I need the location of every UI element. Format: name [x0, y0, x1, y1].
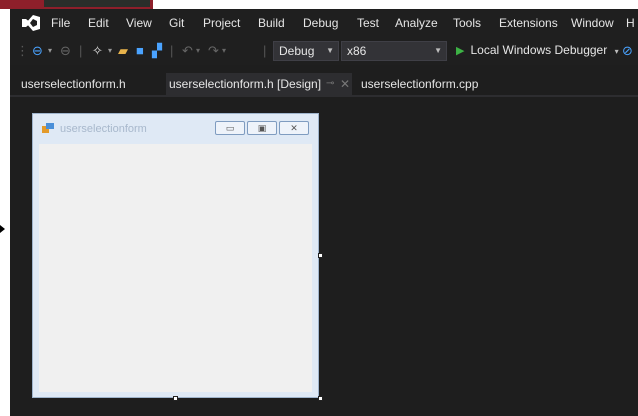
tab-label: userselectionform.h [Design] [169, 77, 322, 91]
redo-icon[interactable]: ↷ [208, 43, 219, 59]
menu-project[interactable]: Project [203, 16, 240, 30]
winform-preview[interactable]: userselectionform ▭ ▣ ✕ [32, 113, 319, 398]
separator: | [170, 43, 174, 58]
left-gutter [0, 9, 10, 416]
open-folder-icon[interactable]: ▰ [118, 43, 128, 59]
solution-configuration-value: Debug [279, 44, 315, 58]
resize-handle-corner[interactable] [318, 396, 323, 401]
run-label: Local Windows Debugger [470, 43, 608, 57]
chevron-down-icon: ▼ [326, 46, 334, 55]
separator: | [263, 43, 267, 58]
maximize-button[interactable]: ▣ [247, 121, 277, 135]
tab-userselectionform-cpp[interactable]: userselectionform.cpp [358, 73, 481, 95]
play-icon: ▶ [456, 45, 465, 57]
resize-handle-bottom[interactable] [173, 396, 178, 401]
form-client-area[interactable] [39, 144, 312, 392]
separator: | [79, 43, 83, 58]
arrow-indicator-icon [0, 225, 5, 233]
form-title: userselectionform [60, 123, 147, 135]
close-button[interactable]: ✕ [279, 121, 309, 135]
menu-window[interactable]: Window [571, 16, 614, 30]
form-designer-surface: userselectionform ▭ ▣ ✕ [10, 97, 638, 416]
top-strip [0, 0, 638, 9]
menu-analyze[interactable]: Analyze [395, 16, 438, 30]
chevron-down-icon: ▼ [434, 46, 442, 55]
menu-build[interactable]: Build [258, 16, 285, 30]
back-dropdown-icon[interactable]: ▾ [48, 43, 52, 59]
menu-view[interactable]: View [126, 16, 152, 30]
navigate-back-icon[interactable]: ⊖ [32, 43, 43, 59]
taskbar-fragment [0, 0, 153, 9]
standard-toolbar: ⋮ ⊖ ▾ ⊖ | ✧ ▾ ▰ ■ ▞ | ↶ ▾ ↷ ▾ | Debug ▼ … [10, 37, 638, 65]
menu-test[interactable]: Test [357, 16, 379, 30]
menu-edit[interactable]: Edit [88, 16, 109, 30]
solution-configuration-dropdown[interactable]: Debug ▼ [273, 41, 339, 61]
tab-userselectionform-h[interactable]: userselectionform.h [18, 73, 129, 95]
undo-icon[interactable]: ↶ [182, 43, 193, 59]
save-icon[interactable]: ■ [136, 43, 144, 59]
menu-debug[interactable]: Debug [303, 16, 338, 30]
menu-git[interactable]: Git [169, 16, 184, 30]
navigate-forward-icon[interactable]: ⊖ [60, 43, 71, 59]
attach-icon[interactable]: ⊘ [622, 43, 633, 59]
save-all-icon[interactable]: ▞ [152, 43, 162, 59]
form-icon [42, 123, 54, 133]
chevron-down-icon[interactable]: ▾ [615, 47, 619, 56]
visual-studio-window: File Edit View Git Project Build Debug T… [10, 9, 638, 416]
start-debugging-button[interactable]: ▶ Local Windows Debugger ▾ [456, 43, 619, 57]
document-tab-bar: userselectionform.h userselectionform.h … [10, 73, 638, 95]
redo-dropdown-icon[interactable]: ▾ [222, 43, 226, 59]
resize-handle-right[interactable] [318, 253, 323, 258]
menu-help[interactable]: H [626, 16, 635, 30]
new-item-dropdown-icon[interactable]: ▾ [108, 43, 112, 59]
tab-label: userselectionform.h [21, 77, 126, 91]
tab-label: userselectionform.cpp [361, 77, 479, 91]
menu-tools[interactable]: Tools [453, 16, 481, 30]
menu-bar: File Edit View Git Project Build Debug T… [10, 9, 638, 37]
close-icon[interactable]: ✕ [340, 73, 350, 95]
visual-studio-logo-icon [22, 15, 40, 31]
pin-icon[interactable]: ⊸ [326, 73, 334, 95]
menu-file[interactable]: File [51, 16, 70, 30]
tab-userselectionform-design[interactable]: userselectionform.h [Design] ⊸ ✕ [166, 73, 352, 95]
new-item-icon[interactable]: ✧ [92, 43, 103, 59]
undo-dropdown-icon[interactable]: ▾ [196, 43, 200, 59]
menu-extensions[interactable]: Extensions [499, 16, 558, 30]
minimize-button[interactable]: ▭ [215, 121, 245, 135]
toolbar-grip-icon: ⋮ [16, 43, 29, 58]
solution-platform-dropdown[interactable]: x86 ▼ [341, 41, 447, 61]
solution-platform-value: x86 [347, 44, 367, 58]
